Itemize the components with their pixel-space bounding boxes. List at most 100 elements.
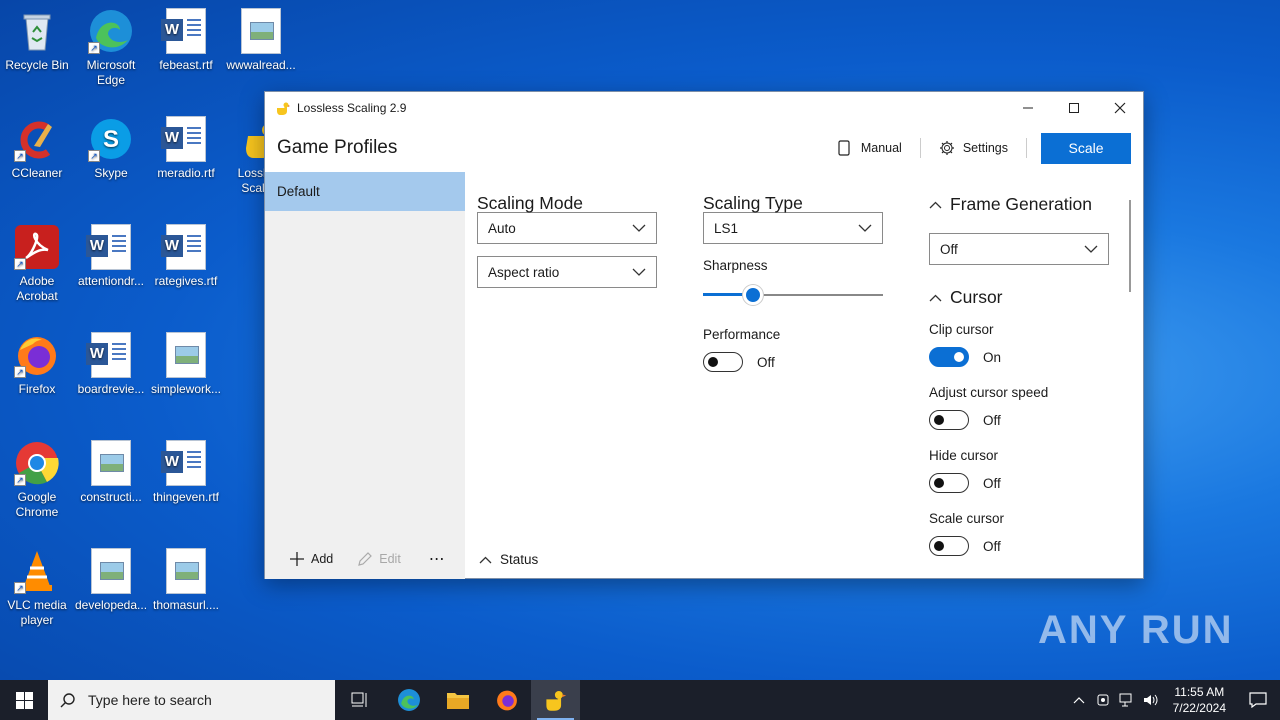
desktop-icon-label: boardrevie... xyxy=(77,382,145,396)
desktop-icon-recycle-bin[interactable]: Recycle Bin xyxy=(0,8,74,73)
clip-cursor-row: On xyxy=(929,347,1129,367)
image-file-icon xyxy=(88,548,134,594)
scaling-type-value: LS1 xyxy=(714,220,739,236)
shortcut-arrow-icon: ↗ xyxy=(14,582,26,594)
more-options-button[interactable]: ⋯ xyxy=(429,549,446,569)
lossless-scaling-window: Lossless Scaling 2.9 Game Profiles Manua… xyxy=(264,91,1144,579)
desktop-icon-label: attentiondr... xyxy=(77,274,145,288)
desktop-icon-ccleaner[interactable]: ↗ CCleaner xyxy=(0,116,74,181)
desktop-icon-label: constructi... xyxy=(80,490,142,504)
desktop-icon-skype[interactable]: S ↗ Skype xyxy=(74,116,148,181)
clock-date: 7/22/2024 xyxy=(1172,701,1226,715)
plus-icon xyxy=(290,552,304,566)
show-hidden-icons-button[interactable] xyxy=(1067,696,1091,704)
desktop-icon-adobe-acrobat[interactable]: ↗ Adobe Acrobat xyxy=(0,224,74,304)
word-doc-icon: W xyxy=(161,440,209,486)
clip-cursor-toggle[interactable] xyxy=(929,347,969,367)
frame-generation-header[interactable]: Frame Generation xyxy=(929,194,1129,215)
speaker-icon xyxy=(1143,694,1158,706)
desktop-icon-google-chrome[interactable]: ↗ Google Chrome xyxy=(0,440,74,520)
desktop-icon-meradio[interactable]: W meradio.rtf xyxy=(149,116,223,181)
start-button[interactable] xyxy=(0,680,48,720)
profiles-sidebar: Default Add Edit ⋯ xyxy=(265,172,465,579)
settings-button[interactable]: Settings xyxy=(929,132,1018,164)
performance-toggle-row: Off xyxy=(703,352,883,372)
cursor-header[interactable]: Cursor xyxy=(929,287,1129,308)
desktop-icon-microsoft-edge[interactable]: ↗ Microsoft Edge xyxy=(74,8,148,88)
word-doc-icon: W xyxy=(161,116,209,162)
desktop-icon-rategives[interactable]: W rategives.rtf xyxy=(149,224,223,289)
desktop-icon-febeast[interactable]: W febeast.rtf xyxy=(149,8,223,73)
volume-button[interactable] xyxy=(1139,693,1163,707)
firefox-icon xyxy=(496,690,517,711)
frame-generation-title: Frame Generation xyxy=(950,194,1093,214)
desktop-icon-label: VLC media player xyxy=(7,598,67,627)
profile-item-default[interactable]: Default xyxy=(265,172,465,211)
desktop-icon-developeda[interactable]: developeda... xyxy=(74,548,148,613)
scale-cursor-toggle[interactable] xyxy=(929,536,969,556)
desktop-icon-wwwalread[interactable]: wwwalread... xyxy=(224,8,298,73)
desktop-icon-vlc[interactable]: ↗ VLC media player xyxy=(0,548,74,628)
hide-cursor-row: Off xyxy=(929,473,1129,493)
scaling-mode-dropdown[interactable]: Auto xyxy=(477,212,657,244)
desktop-icon-boardrevie[interactable]: W boardrevie... xyxy=(74,332,148,397)
taskbar-clock[interactable]: 11:55 AM 7/22/2024 xyxy=(1163,684,1236,716)
options-section: Frame Generation Off Cursor Clip cursor … xyxy=(929,172,1129,556)
task-view-button[interactable] xyxy=(335,680,384,720)
sharpness-label: Sharpness xyxy=(703,258,768,273)
desktop-icon-firefox[interactable]: ↗ Firefox xyxy=(0,332,74,397)
aspect-ratio-value: Aspect ratio xyxy=(488,264,560,280)
title-bar[interactable]: Lossless Scaling 2.9 xyxy=(265,92,1143,124)
close-button[interactable] xyxy=(1097,92,1143,124)
chevron-up-icon xyxy=(929,201,942,208)
recycle-bin-icon xyxy=(14,8,60,54)
taskbar-search-box[interactable]: Type here to search xyxy=(48,680,335,720)
minimize-button[interactable] xyxy=(1005,92,1051,124)
vertical-scrollbar[interactable] xyxy=(1129,200,1131,292)
taskbar-edge[interactable] xyxy=(384,680,433,720)
slider-thumb[interactable] xyxy=(743,285,763,305)
desktop-icon-label: Recycle Bin xyxy=(5,58,69,72)
edit-profile-button[interactable]: Edit xyxy=(357,551,401,567)
image-file-icon xyxy=(163,548,209,594)
network-button[interactable] xyxy=(1115,693,1139,707)
performance-toggle[interactable] xyxy=(703,352,743,372)
desktop-icon-attentiondr[interactable]: W attentiondr... xyxy=(74,224,148,289)
maximize-button[interactable] xyxy=(1051,92,1097,124)
desktop-icon-thomasurl[interactable]: thomasurl.... xyxy=(149,548,223,613)
taskbar-firefox[interactable] xyxy=(482,680,531,720)
taskbar-lossless-scaling[interactable] xyxy=(531,680,580,720)
cursor-title: Cursor xyxy=(950,287,1003,307)
desktop-icon-constructi[interactable]: constructi... xyxy=(74,440,148,505)
frame-generation-dropdown[interactable]: Off xyxy=(929,233,1109,265)
shortcut-arrow-icon: ↗ xyxy=(14,474,26,486)
header-divider xyxy=(919,138,921,158)
taskbar-file-explorer[interactable] xyxy=(433,680,482,720)
tray-app-icon[interactable] xyxy=(1091,693,1115,707)
status-expander[interactable]: Status xyxy=(479,552,538,567)
clock-time: 11:55 AM xyxy=(1174,685,1225,699)
firefox-icon: ↗ xyxy=(14,332,60,378)
desktop-icon-thingeven[interactable]: W thingeven.rtf xyxy=(149,440,223,505)
ccleaner-icon: ↗ xyxy=(14,116,60,162)
search-icon xyxy=(60,693,75,708)
scale-button[interactable]: Scale xyxy=(1041,132,1131,164)
scale-cursor-label: Scale cursor xyxy=(929,511,1005,526)
desktop-icon-label: rategives.rtf xyxy=(154,274,218,288)
edit-label: Edit xyxy=(379,552,401,566)
desktop-icon-label: Firefox xyxy=(18,382,56,396)
add-profile-button[interactable]: Add xyxy=(289,551,333,567)
app-duck-icon xyxy=(275,100,291,116)
aspect-ratio-dropdown[interactable]: Aspect ratio xyxy=(477,256,657,288)
chevron-up-icon xyxy=(1073,697,1085,704)
scaling-type-dropdown[interactable]: LS1 xyxy=(703,212,883,244)
desktop-icon-simplework[interactable]: simplework... xyxy=(149,332,223,397)
manual-button[interactable]: Manual xyxy=(827,132,912,164)
hide-cursor-toggle[interactable] xyxy=(929,473,969,493)
notification-center-button[interactable] xyxy=(1236,680,1280,720)
minimize-icon xyxy=(1023,107,1033,109)
desktop-icon-label: thomasurl.... xyxy=(152,598,220,612)
adjust-cursor-speed-toggle[interactable] xyxy=(929,410,969,430)
scale-cursor-state: Off xyxy=(983,538,1001,554)
sharpness-slider[interactable] xyxy=(703,283,883,307)
